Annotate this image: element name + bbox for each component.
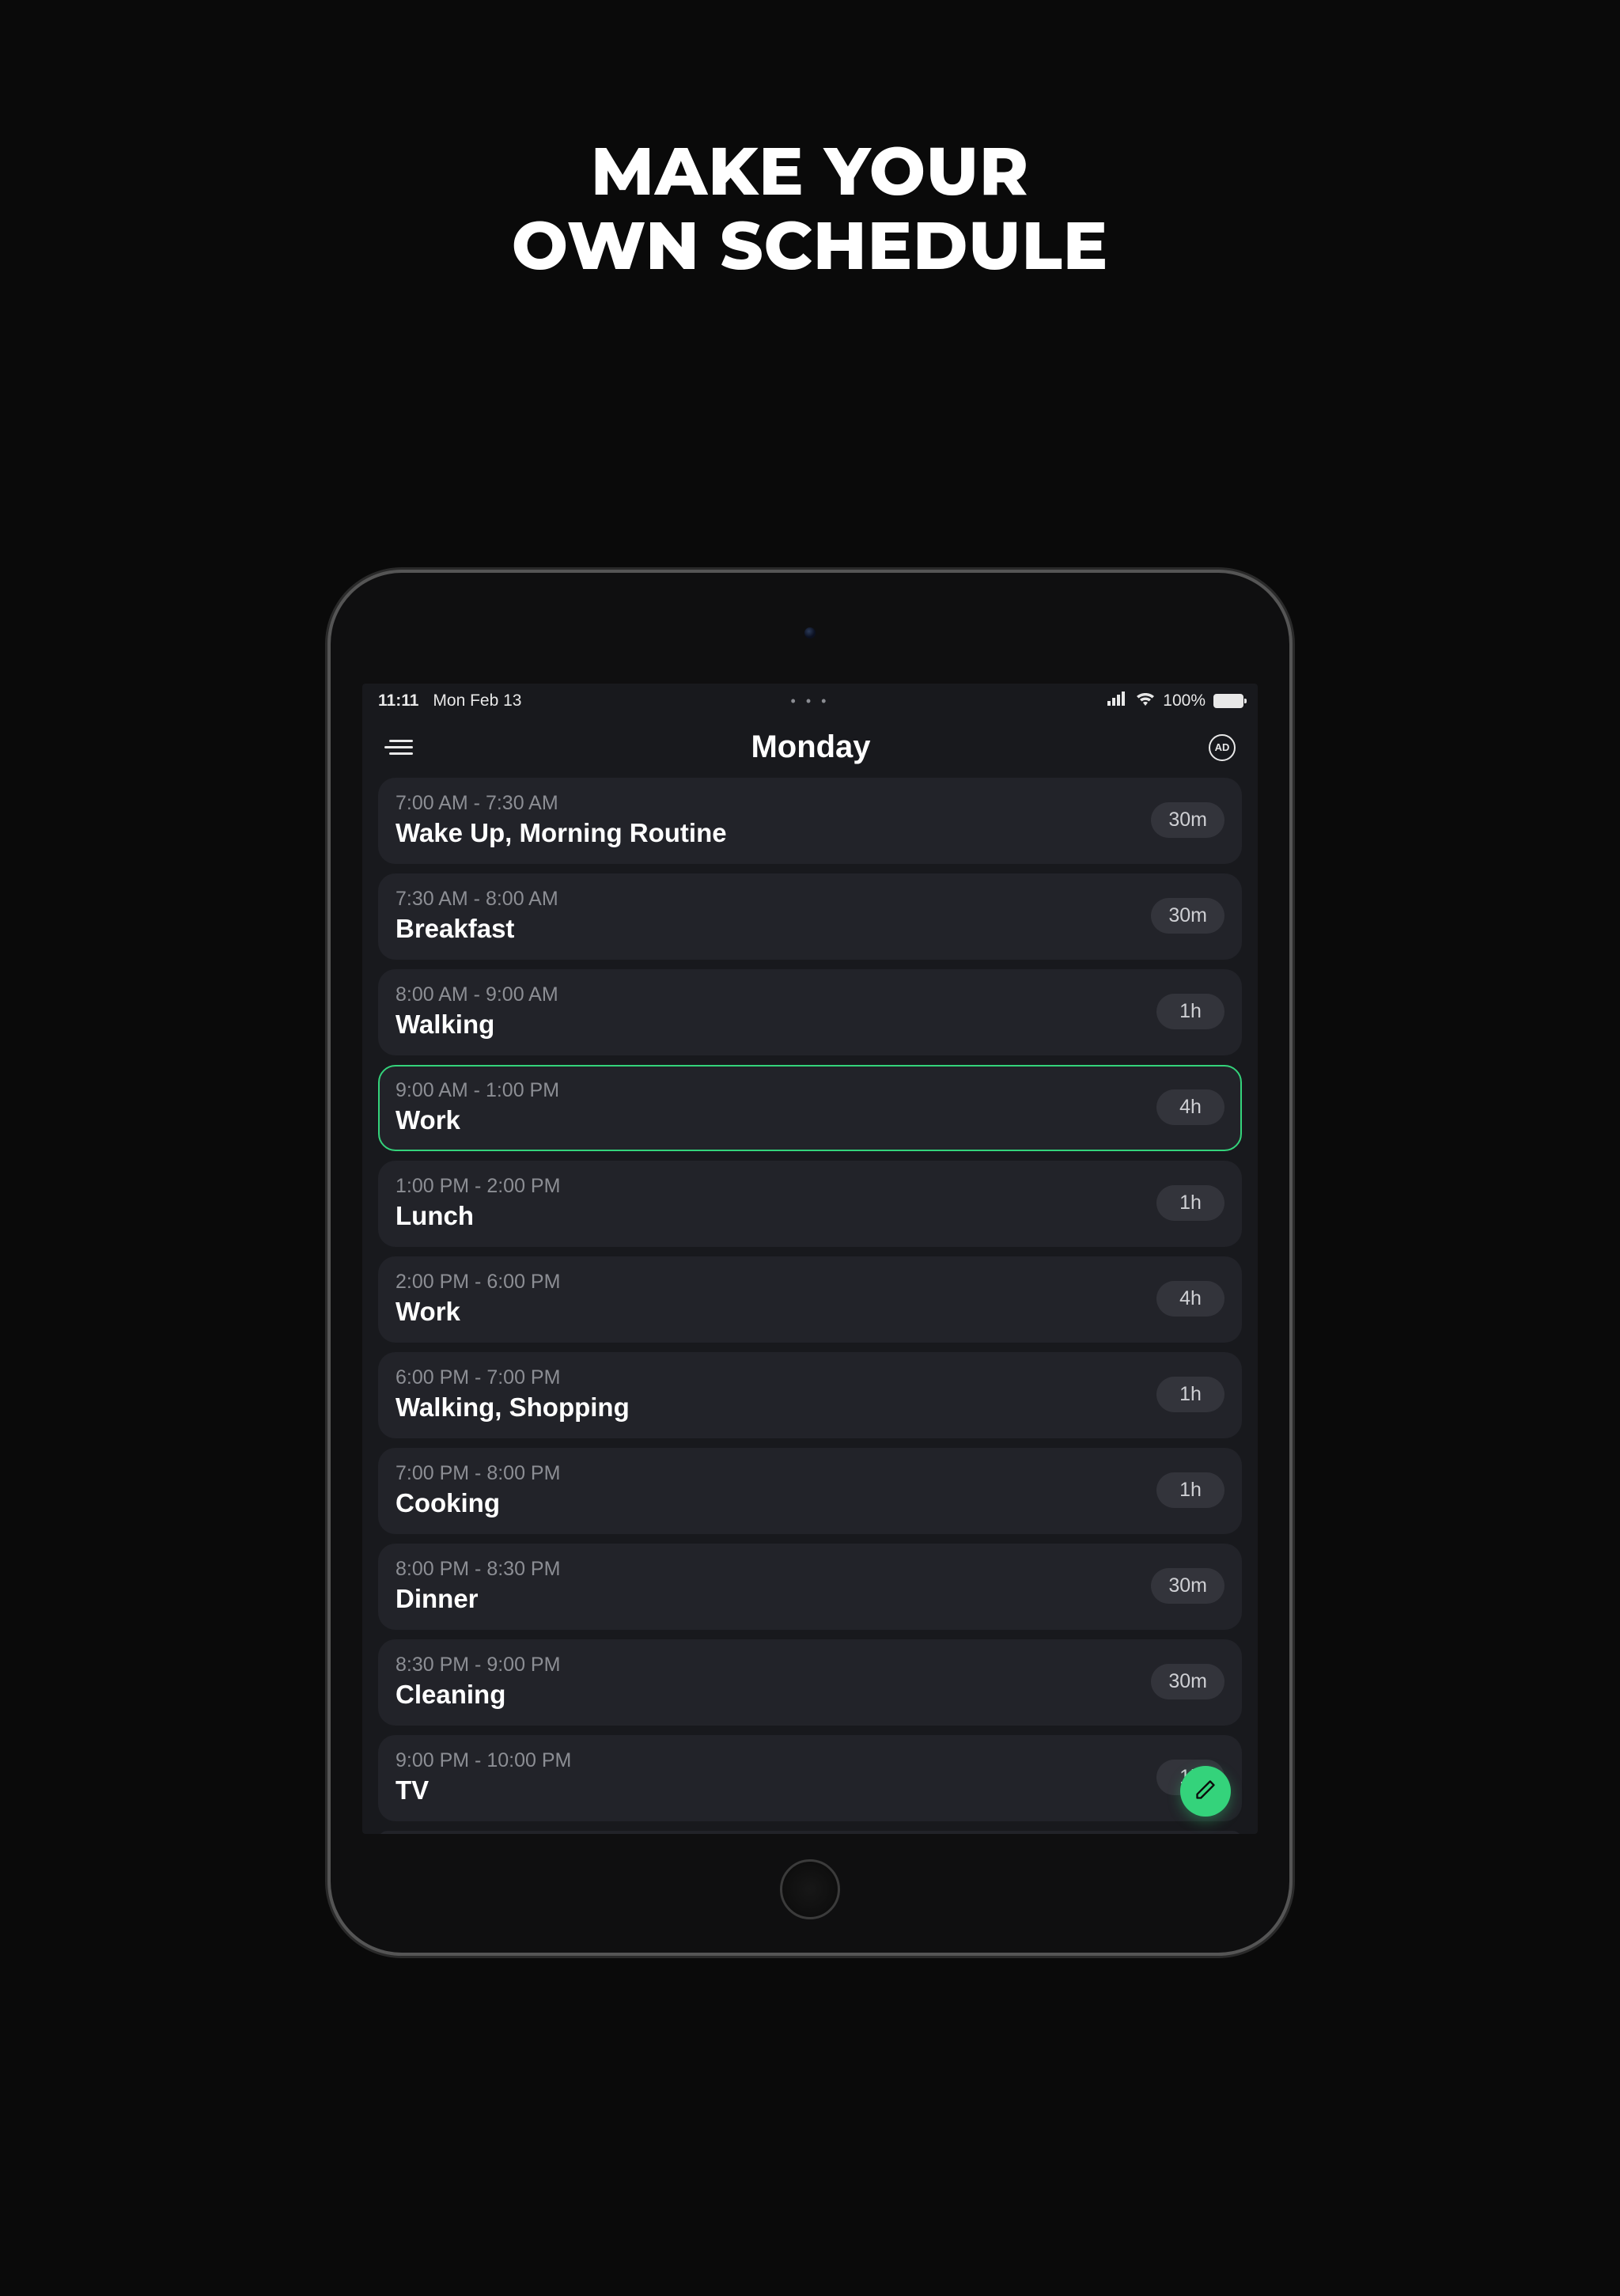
event-title: Work xyxy=(396,1297,560,1327)
event-item[interactable]: 9:00 PM - 10:00 PMTV1h xyxy=(378,1735,1242,1821)
event-title: Walking xyxy=(396,1010,558,1040)
battery-percent: 100% xyxy=(1163,691,1206,710)
event-time-range: 8:00 AM - 9:00 AM xyxy=(396,983,558,1006)
menu-icon[interactable] xyxy=(384,740,413,755)
event-item[interactable]: 8:00 PM - 8:30 PM Dinner 30m xyxy=(378,1544,1242,1630)
device-camera xyxy=(804,627,816,638)
event-left: 1:00 PM - 2:00 PM Lunch xyxy=(396,1175,560,1231)
event-left: 8:30 PM - 9:00 PM Cleaning xyxy=(396,1654,560,1710)
event-left: 8:00 PM - 8:30 PM Dinner xyxy=(396,1558,560,1614)
event-time-range: 8:00 PM - 8:30 PM xyxy=(396,1558,560,1581)
event-item[interactable]: 7:30 AM - 8:00 AM Breakfast 30m xyxy=(378,873,1242,960)
event-duration-pill: 30m xyxy=(1151,802,1224,838)
event-time-range: 7:30 AM - 8:00 AM xyxy=(396,888,558,911)
event-title: Lunch xyxy=(396,1201,560,1231)
event-duration-pill: 30m xyxy=(1151,1664,1224,1699)
event-time-range: 6:00 PM - 7:00 PM xyxy=(396,1366,630,1389)
promo-line1: MAKE YOUR xyxy=(0,135,1620,209)
ad-badge-label: AD xyxy=(1215,741,1230,753)
event-time-range: 7:00 AM - 7:30 AM xyxy=(396,792,727,815)
event-title: Work xyxy=(396,1105,559,1135)
event-item[interactable]: 8:30 PM - 9:00 PM Cleaning 30m xyxy=(378,1639,1242,1726)
event-title: Dinner xyxy=(396,1584,560,1614)
multitask-dots-icon: • • • xyxy=(791,693,830,710)
event-duration-pill: 30m xyxy=(1151,1568,1224,1604)
promo-heading: MAKE YOUR OWN SCHEDULE xyxy=(0,135,1620,283)
event-left: 9:00 PM - 10:00 PM TV xyxy=(396,1749,571,1805)
status-bar: 11:11 Mon Feb 13 • • • 100% xyxy=(362,684,1258,714)
event-duration-pill: 30m xyxy=(1151,898,1224,934)
battery-icon xyxy=(1213,694,1243,708)
signal-icon xyxy=(1107,691,1128,710)
event-title: TV xyxy=(396,1775,571,1805)
status-left: 11:11 Mon Feb 13 xyxy=(378,691,521,710)
event-duration-pill: 1h xyxy=(1156,994,1224,1029)
event-title: Cleaning xyxy=(396,1680,560,1710)
status-date: Mon Feb 13 xyxy=(433,691,521,710)
app-screen: 11:11 Mon Feb 13 • • • 100% Monday xyxy=(362,684,1258,1834)
event-item[interactable]: 9:00 AM - 1:00 PM Work 4h xyxy=(378,1065,1242,1151)
event-title: Breakfast xyxy=(396,914,558,944)
event-title: Walking, Shopping xyxy=(396,1392,630,1423)
event-duration-pill: 1h xyxy=(1156,1472,1224,1508)
status-right: 100% xyxy=(1107,691,1243,710)
event-time-range: 1:00 PM - 2:00 PM xyxy=(396,1175,560,1198)
event-left: 2:00 PM - 6:00 PM Work xyxy=(396,1271,560,1327)
event-left: 9:00 AM - 1:00 PM Work xyxy=(396,1079,559,1135)
event-time-range: 7:00 PM - 8:00 PM xyxy=(396,1462,560,1485)
event-list[interactable]: 7:00 AM - 7:30 AM Wake Up, Morning Routin… xyxy=(362,778,1258,1834)
event-time-range: 2:00 PM - 6:00 PM xyxy=(396,1271,560,1294)
status-time: 11:11 xyxy=(378,691,418,710)
event-item[interactable]: 1:00 PM - 2:00 PM Lunch 1h xyxy=(378,1161,1242,1247)
event-left: 7:30 AM - 8:00 AM Breakfast xyxy=(396,888,558,944)
tablet-device-frame: 11:11 Mon Feb 13 • • • 100% Monday xyxy=(331,573,1289,1953)
promo-line2: OWN SCHEDULE xyxy=(0,209,1620,283)
event-item[interactable]: 7:00 AM - 7:30 AM Wake Up, Morning Routin… xyxy=(378,778,1242,864)
home-button[interactable] xyxy=(780,1859,840,1919)
event-left: 8:00 AM - 9:00 AM Walking xyxy=(396,983,558,1040)
event-duration-pill: 1h xyxy=(1156,1377,1224,1412)
event-item-peek[interactable] xyxy=(378,1831,1242,1834)
event-item[interactable]: 8:00 AM - 9:00 AM Walking 1h xyxy=(378,969,1242,1055)
event-left: 7:00 PM - 8:00 PM Cooking xyxy=(396,1462,560,1518)
edit-fab-button[interactable] xyxy=(1180,1766,1231,1817)
event-title: Cooking xyxy=(396,1488,560,1518)
app-header: Monday AD xyxy=(362,714,1258,778)
pencil-icon xyxy=(1194,1779,1217,1805)
event-duration-pill: 4h xyxy=(1156,1281,1224,1317)
event-item[interactable]: 2:00 PM - 6:00 PM Work 4h xyxy=(378,1256,1242,1343)
wifi-icon xyxy=(1136,691,1155,710)
event-item[interactable]: 7:00 PM - 8:00 PM Cooking 1h xyxy=(378,1448,1242,1534)
event-time-range: 8:30 PM - 9:00 PM xyxy=(396,1654,560,1677)
page-title: Monday xyxy=(751,729,870,765)
event-duration-pill: 1h xyxy=(1156,1185,1224,1221)
event-time-range: 9:00 AM - 1:00 PM xyxy=(396,1079,559,1102)
event-left: 7:00 AM - 7:30 AM Wake Up, Morning Routin… xyxy=(396,792,727,848)
ad-badge-button[interactable]: AD xyxy=(1209,734,1236,761)
event-title: Wake Up, Morning Routine xyxy=(396,818,727,848)
event-time-range: 9:00 PM - 10:00 PM xyxy=(396,1749,571,1772)
event-left: 6:00 PM - 7:00 PM Walking, Shopping xyxy=(396,1366,630,1423)
event-duration-pill: 4h xyxy=(1156,1089,1224,1125)
event-item[interactable]: 6:00 PM - 7:00 PM Walking, Shopping 1h xyxy=(378,1352,1242,1438)
